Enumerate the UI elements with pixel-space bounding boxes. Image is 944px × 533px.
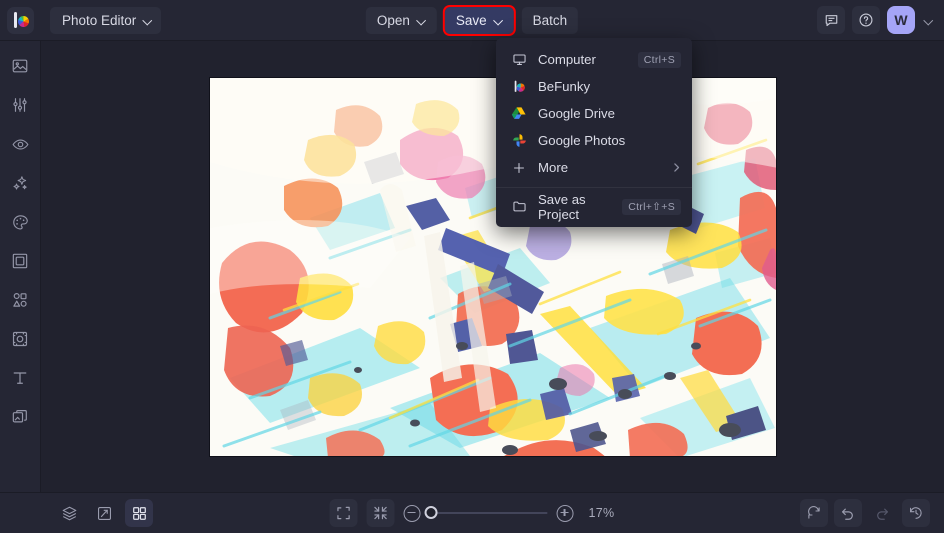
compare-button[interactable]: [90, 499, 118, 527]
open-button-label: Open: [376, 12, 410, 28]
bottom-toolbar: 17%: [0, 492, 944, 533]
left-sidebar: [0, 41, 41, 492]
sparkle-icon: [13, 175, 27, 190]
text-icon: [13, 372, 27, 384]
sidebar-item-graphics[interactable]: [5, 406, 35, 428]
avatar[interactable]: W: [887, 6, 915, 34]
history-icon: [910, 507, 922, 519]
sidebar-item-textures[interactable]: [5, 328, 35, 350]
fit-screen-icon: [337, 506, 350, 520]
sidebar-item-artsy[interactable]: [5, 211, 35, 233]
chevron-down-icon: [924, 16, 933, 25]
mode-selector-photo-editor[interactable]: Photo Editor: [50, 6, 162, 34]
history-button[interactable]: [902, 499, 930, 527]
redo-icon: [877, 508, 889, 520]
sliders-icon: [13, 98, 27, 112]
mode-selector-label: Photo Editor: [62, 12, 137, 28]
menu-item-shortcut: Ctrl+S: [637, 51, 681, 68]
menu-item-label: BeFunky: [538, 79, 591, 94]
batch-button[interactable]: Batch: [521, 6, 579, 34]
toolbar-center-actions: Open Save Batch: [365, 4, 579, 36]
save-button[interactable]: Save: [442, 4, 516, 36]
shrink-icon: [374, 506, 387, 520]
zoom-slider-handle[interactable]: [424, 506, 438, 519]
menu-item-save-as-project[interactable]: Save as Project Ctrl+⇧+S: [496, 191, 692, 222]
redo-button[interactable]: [868, 499, 896, 527]
menu-item-befunky[interactable]: BeFunky: [496, 73, 692, 100]
reset-button[interactable]: [800, 499, 828, 527]
save-button-label: Save: [455, 12, 487, 28]
reset-icon: [808, 506, 820, 519]
bottom-right-tools: [800, 499, 930, 527]
sidebar-item-text[interactable]: [5, 367, 35, 389]
folder-icon: [509, 198, 529, 215]
zoom-controls: 17%: [329, 499, 615, 527]
batch-button-label: Batch: [532, 12, 568, 28]
layers-button[interactable]: [55, 499, 83, 527]
menu-item-google-photos[interactable]: Google Photos: [496, 127, 692, 154]
avatar-initial: W: [894, 12, 908, 28]
layers-icon: [62, 506, 76, 520]
photo-editor-app: Photo Editor Open Save Batch W 17% Compu…: [0, 0, 944, 533]
sidebar-item-touch-up[interactable]: [5, 94, 35, 116]
menu-item-label: Google Photos: [538, 133, 626, 148]
monitor-icon: [509, 51, 529, 68]
save-dropdown-menu: Computer Ctrl+S BeFunky Google Drive Goo…: [496, 38, 692, 227]
google-drive-icon: [509, 105, 529, 122]
menu-item-label: Computer: [538, 52, 596, 67]
chevron-down-icon: [494, 16, 503, 25]
zoom-level-label: 17%: [588, 506, 615, 520]
open-button[interactable]: Open: [365, 6, 437, 34]
texture-icon: [12, 331, 28, 347]
grid-view-button[interactable]: [125, 499, 153, 527]
shapes-icon: [13, 293, 27, 307]
question-circle-icon: [859, 13, 873, 27]
chevron-right-icon: [672, 162, 681, 173]
fit-screen-button[interactable]: [329, 499, 358, 527]
shrink-button[interactable]: [366, 499, 395, 527]
zoom-in-button[interactable]: [556, 504, 574, 522]
eye-icon: [12, 138, 28, 150]
frame-icon: [12, 253, 28, 269]
account-menu-button[interactable]: [922, 16, 935, 25]
sidebar-item-retouch[interactable]: [5, 133, 35, 155]
sidebar-item-frames[interactable]: [5, 250, 35, 272]
comment-icon: [825, 14, 837, 26]
zoom-out-button[interactable]: [403, 504, 421, 522]
menu-item-label: Google Drive: [538, 106, 615, 121]
bottom-left-tools: [55, 499, 153, 527]
befunky-logo-icon: [7, 6, 34, 34]
menu-divider: [496, 187, 692, 188]
menu-item-computer[interactable]: Computer Ctrl+S: [496, 46, 692, 73]
zoom-slider[interactable]: [424, 506, 548, 519]
graphics-icon: [12, 410, 27, 423]
google-photos-icon: [509, 132, 529, 149]
plus-icon: [509, 159, 529, 176]
chevron-down-icon: [417, 16, 426, 25]
menu-item-shortcut: Ctrl+⇧+S: [622, 198, 681, 215]
chevron-down-icon: [143, 16, 152, 25]
palette-icon: [12, 214, 28, 229]
menu-item-label: Save as Project: [538, 191, 586, 222]
menu-item-more[interactable]: More: [496, 154, 692, 181]
undo-icon: [841, 508, 853, 520]
top-toolbar: Photo Editor Open Save Batch W: [0, 0, 944, 41]
compare-icon: [97, 506, 111, 520]
undo-button[interactable]: [834, 499, 862, 527]
grid-icon: [132, 506, 146, 520]
toolbar-right-actions: W: [817, 6, 935, 34]
sidebar-item-effects[interactable]: [5, 172, 35, 194]
help-button[interactable]: [852, 6, 880, 34]
image-icon: [12, 59, 28, 73]
sidebar-item-edit[interactable]: [5, 55, 35, 77]
sidebar-item-overlays[interactable]: [5, 289, 35, 311]
app-logo[interactable]: [0, 0, 41, 41]
menu-item-label: More: [538, 160, 569, 175]
menu-item-google-drive[interactable]: Google Drive: [496, 100, 692, 127]
canvas-workspace[interactable]: [41, 41, 944, 492]
befunky-logo-icon: [509, 78, 529, 95]
feedback-button[interactable]: [817, 6, 845, 34]
